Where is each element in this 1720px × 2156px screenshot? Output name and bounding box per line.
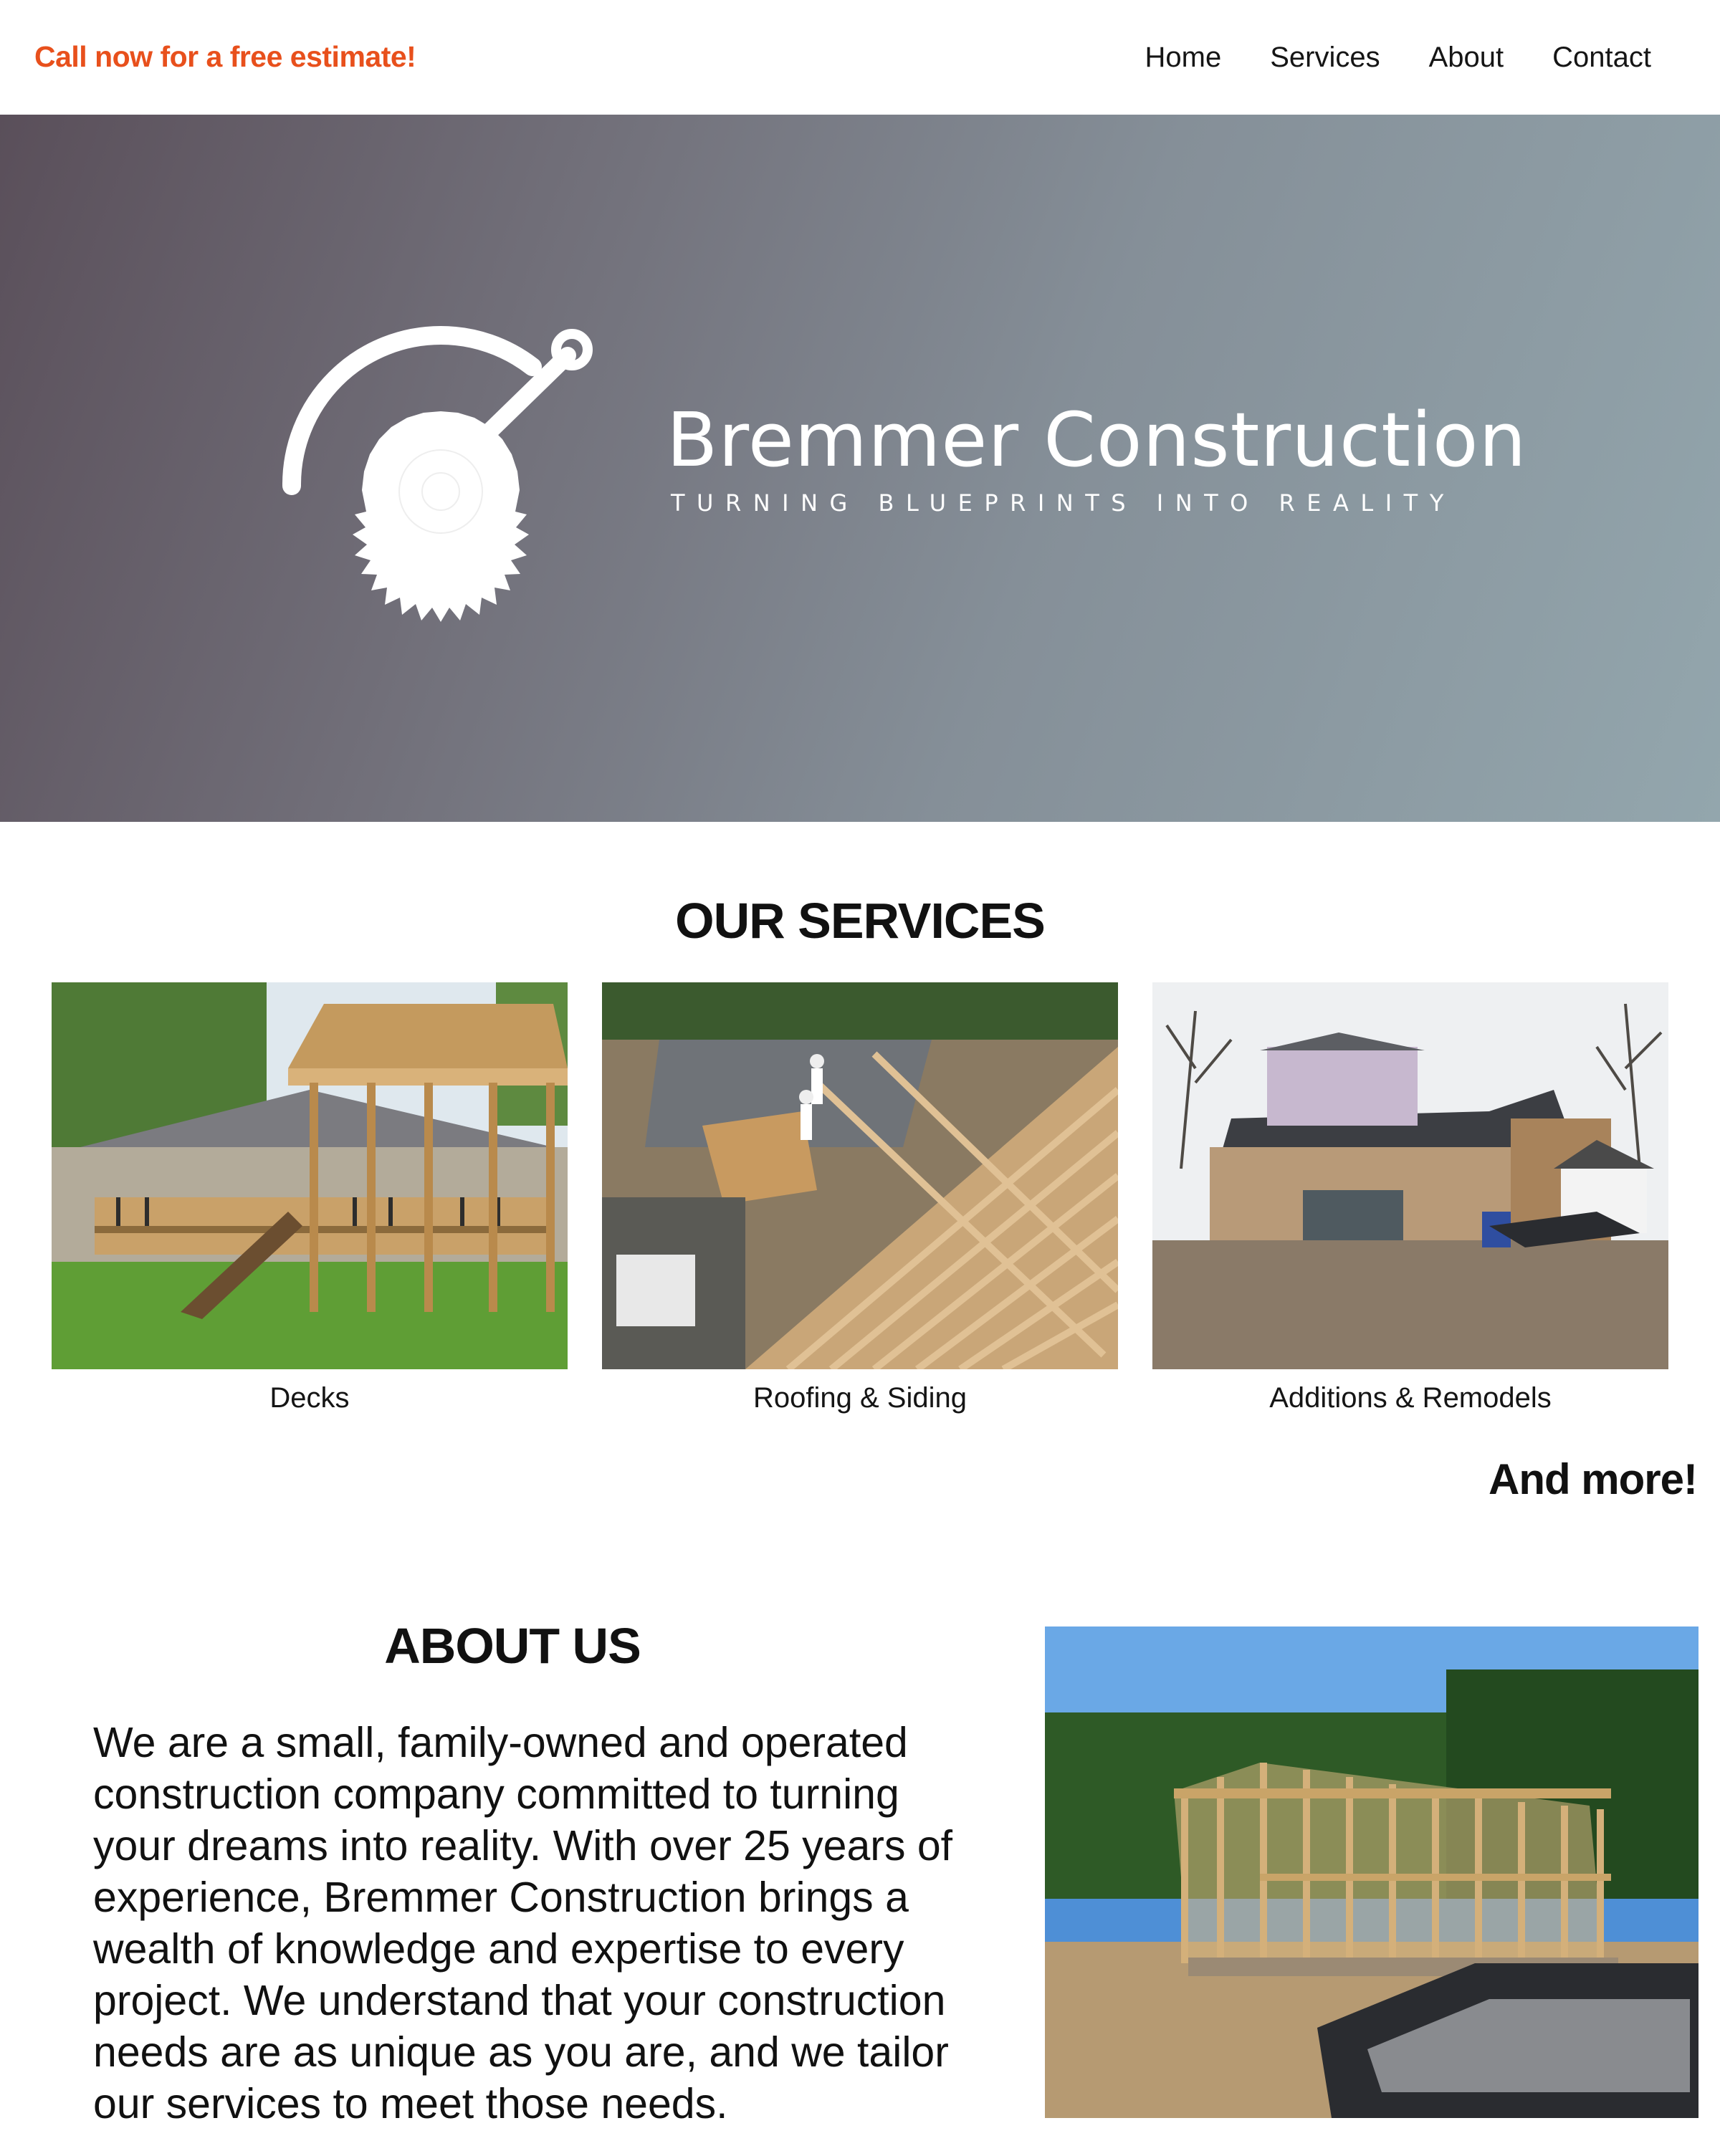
about-heading: ABOUT US [384, 1618, 641, 1674]
brand-name: Bremmer Construction [666, 396, 1527, 484]
service-card-roofing[interactable]: Roofing & Siding [602, 982, 1118, 1414]
circular-saw-blade-icon [282, 325, 593, 622]
services-heading: OUR SERVICES [675, 893, 1046, 949]
nav-contact[interactable]: Contact [1552, 42, 1651, 74]
about-paragraph: We are a small, family-owned and operate… [93, 1719, 953, 2127]
service-card-additions[interactable]: Additions & Remodels [1152, 982, 1668, 1414]
service-caption: Additions & Remodels [1269, 1382, 1552, 1414]
main-nav: Home Services About Contact [1145, 42, 1651, 74]
framing-photo [1045, 1626, 1698, 2118]
hero-banner: Bremmer Construction TURNING BLUEPRINTS … [0, 115, 1720, 822]
brand-tagline: TURNING BLUEPRINTS INTO REALITY [671, 489, 1456, 517]
and-more-text: And more! [1489, 1455, 1698, 1503]
additions-photo [1152, 982, 1668, 1369]
service-caption: Decks [269, 1382, 350, 1414]
service-card-decks[interactable]: Decks [52, 982, 568, 1414]
nav-about[interactable]: About [1429, 42, 1504, 74]
nav-services[interactable]: Services [1270, 42, 1380, 74]
call-estimate-link[interactable]: Call now for a free estimate! [34, 40, 416, 74]
deck-photo [52, 982, 568, 1369]
service-caption: Roofing & Siding [753, 1382, 967, 1414]
roofing-photo [602, 982, 1118, 1369]
nav-home[interactable]: Home [1145, 42, 1222, 74]
top-bar: Call now for a free estimate! Home Servi… [0, 0, 1720, 115]
